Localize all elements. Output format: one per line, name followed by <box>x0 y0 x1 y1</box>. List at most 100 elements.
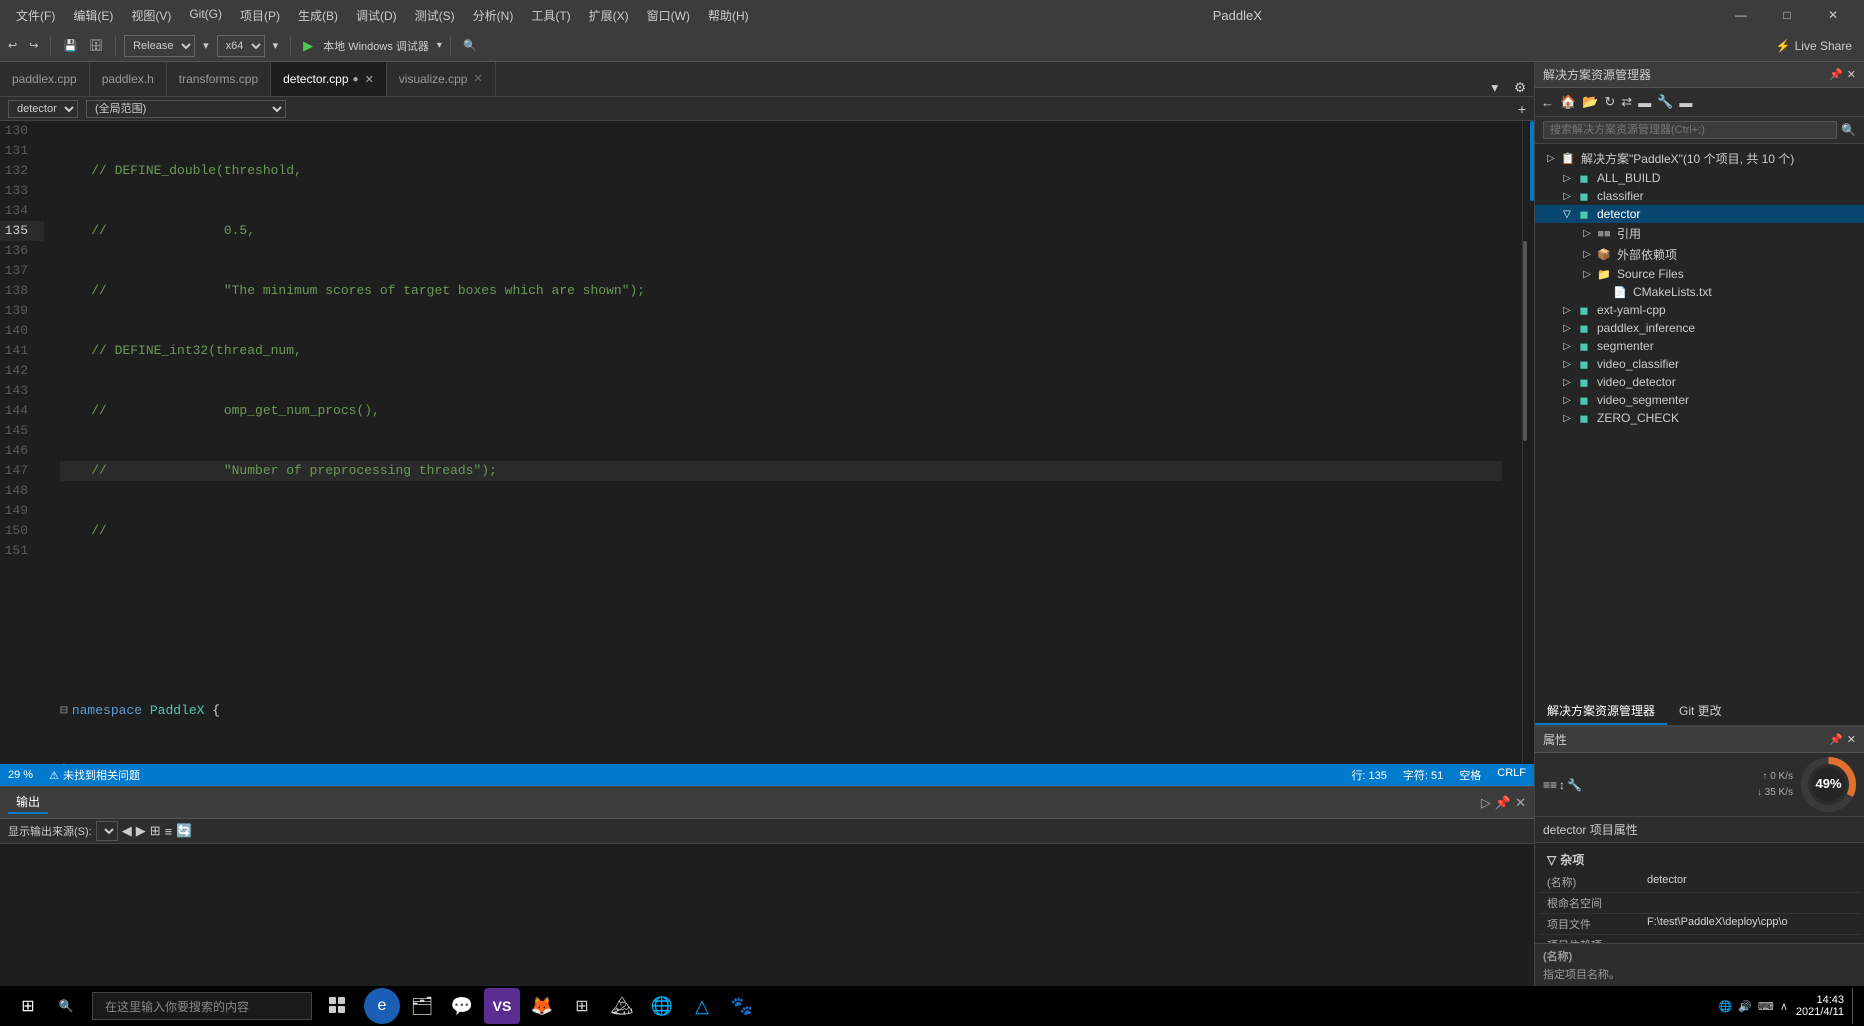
arch-dropdown[interactable]: x64 x86 <box>217 35 265 57</box>
menu-project[interactable]: 项目(P) <box>232 5 288 26</box>
menu-file[interactable]: 文件(F) <box>8 5 63 26</box>
sol-show-files-button[interactable]: 📂 <box>1580 92 1600 112</box>
tree-item-cmakelists[interactable]: 📄 CMakeLists.txt <box>1535 283 1864 301</box>
output-tb-btn-5[interactable]: 🔄 <box>176 823 192 839</box>
tree-item-detector[interactable]: ▽ ◼ detector <box>1535 205 1864 223</box>
taskbar-app-mountain[interactable]: 🏔 <box>604 988 640 1024</box>
tab-paddlex-cpp[interactable]: paddlex.cpp <box>0 62 90 96</box>
tree-item-classifier[interactable]: ▷ ◼ classifier <box>1535 187 1864 205</box>
taskbar-app-edge[interactable]: e <box>364 988 400 1024</box>
taskbar-app-squares[interactable]: ⊞ <box>564 988 600 1024</box>
taskbar-app-chrome[interactable]: 🌐 <box>644 988 680 1024</box>
taskbar-search[interactable]: 在这里输入你要搜索的内容 <box>92 992 312 1020</box>
sol-settings-button[interactable]: 🔧 <box>1655 92 1675 112</box>
taskbar-search-icon[interactable]: 🔍 <box>48 988 84 1024</box>
tree-item-segmenter[interactable]: ▷ ◼ segmenter <box>1535 337 1864 355</box>
menu-test[interactable]: 测试(S) <box>407 5 463 26</box>
taskbar-taskview[interactable] <box>320 988 356 1024</box>
taskbar-show-desktop[interactable] <box>1852 988 1856 1024</box>
sol-pin-button[interactable]: 📌 <box>1829 68 1843 81</box>
code-lines[interactable]: // DEFINE_double(threshold, // 0.5, // "… <box>60 121 1522 764</box>
live-share-button[interactable]: ⚡ Live Share <box>1768 37 1860 55</box>
tree-item-extyaml[interactable]: ▷ ◼ ext-yaml-cpp <box>1535 301 1864 319</box>
tray-icon-caret[interactable]: ∧ <box>1780 1000 1788 1013</box>
prop-group-misc-header[interactable]: ▽ 杂项 <box>1539 847 1860 872</box>
solution-search-input[interactable] <box>1543 121 1837 139</box>
add-path-button[interactable]: + <box>1518 101 1526 117</box>
minimize-button[interactable]: — <box>1718 0 1764 30</box>
output-close-button[interactable]: ✕ <box>1515 795 1526 811</box>
tab-detector-cpp[interactable]: detector.cpp ● ✕ <box>271 62 387 96</box>
tree-item-ref[interactable]: ▷ ■■ 引用 <box>1535 223 1864 244</box>
run-dropdown-icon[interactable]: ▾ <box>437 40 442 51</box>
output-clear-button[interactable]: ▷ <box>1481 795 1491 811</box>
output-tab[interactable]: 输出 <box>8 791 48 814</box>
taskbar-app-triangle[interactable]: △ <box>684 988 720 1024</box>
taskbar-app-tail[interactable]: 🐾 <box>724 988 760 1024</box>
menu-help[interactable]: 帮助(H) <box>700 5 757 26</box>
taskbar-app-unknown1[interactable]: 🦊 <box>524 988 560 1024</box>
sol-home-button[interactable]: 🏠 <box>1558 92 1578 112</box>
save-button[interactable]: 💾 <box>59 37 81 54</box>
menu-edit[interactable]: 编辑(E) <box>65 5 121 26</box>
run-button[interactable]: ▶ <box>299 36 317 56</box>
tree-item-paddlexinf[interactable]: ▷ ◼ paddlex_inference <box>1535 319 1864 337</box>
output-pin-button[interactable]: 📌 <box>1495 795 1511 811</box>
output-source-dropdown[interactable] <box>96 821 118 841</box>
undo-button[interactable]: ↩ <box>4 37 21 54</box>
prop-grid-button[interactable]: ≡≡ <box>1543 778 1557 792</box>
code-editor[interactable]: 130 131 132 133 134 135 136 137 138 139 … <box>0 121 1534 764</box>
prop-settings-button[interactable]: 🔧 <box>1567 778 1582 792</box>
start-button[interactable]: ⊞ <box>8 986 48 1026</box>
sol-close-button[interactable]: ✕ <box>1847 68 1856 81</box>
tree-item-extdeps[interactable]: ▷ 📦 外部依赖项 <box>1535 244 1864 265</box>
output-tb-btn-1[interactable]: ◀ <box>122 823 132 839</box>
taskbar-app-explorer[interactable]: 🗂 <box>404 988 440 1024</box>
scrollbar-thumb[interactable] <box>1523 241 1527 441</box>
maximize-button[interactable]: □ <box>1764 0 1810 30</box>
tab-close-visualize[interactable]: ✕ <box>473 72 482 85</box>
menu-analyze[interactable]: 分析(N) <box>465 5 522 26</box>
solution-root-item[interactable]: ▷ 📋 解决方案"PaddleX"(10 个项目, 共 10 个) <box>1535 148 1864 169</box>
output-tb-btn-2[interactable]: ▶ <box>136 823 146 839</box>
taskbar-app-vs[interactable]: VS <box>484 988 520 1024</box>
redo-button[interactable]: ↪ <box>25 37 42 54</box>
menu-build[interactable]: 生成(B) <box>290 5 346 26</box>
menu-git[interactable]: Git(G) <box>181 5 230 26</box>
tree-item-allbuild[interactable]: ▷ ◼ ALL_BUILD <box>1535 169 1864 187</box>
tab-close-detector[interactable]: ✕ <box>365 73 374 86</box>
save-all-button[interactable]: 🗄 <box>85 37 107 54</box>
sol-refresh-button[interactable]: ↻ <box>1602 92 1617 112</box>
collapse-marker-139[interactable]: ⊟ <box>60 701 68 721</box>
menu-extensions[interactable]: 扩展(X) <box>581 5 637 26</box>
tab-list-button[interactable]: ▾ <box>1483 80 1506 96</box>
tab-transforms-cpp[interactable]: transforms.cpp <box>167 62 271 96</box>
sol-collapse-button[interactable]: ▬ <box>1636 92 1653 112</box>
config-dropdown[interactable]: Release Debug <box>124 35 195 57</box>
output-tb-btn-3[interactable]: ⊞ <box>150 823 161 839</box>
prop-close-button[interactable]: ✕ <box>1847 733 1856 746</box>
search-button[interactable]: 🔍 <box>459 37 481 54</box>
sol-tab-explorer[interactable]: 解决方案资源管理器 <box>1535 698 1667 725</box>
prop-sort-button[interactable]: ↕ <box>1559 778 1565 792</box>
taskbar-app-wechat[interactable]: 💬 <box>444 988 480 1024</box>
tray-icon-sound[interactable]: 🔊 <box>1738 1000 1752 1013</box>
tray-icon-battery[interactable]: ⌨ <box>1758 1000 1774 1013</box>
close-button[interactable]: ✕ <box>1810 0 1856 30</box>
prop-pin-button[interactable]: 📌 <box>1829 733 1843 746</box>
tree-item-videodetector[interactable]: ▷ ◼ video_detector <box>1535 373 1864 391</box>
menu-window[interactable]: 窗口(W) <box>639 5 698 26</box>
context-dropdown[interactable]: (全局范围) <box>86 100 286 118</box>
menu-view[interactable]: 视图(V) <box>123 5 179 26</box>
tree-item-zerocheck[interactable]: ▷ ◼ ZERO_CHECK <box>1535 409 1864 427</box>
sol-tab-git[interactable]: Git 更改 <box>1667 698 1734 725</box>
tab-visualize-cpp[interactable]: visualize.cpp ✕ <box>387 62 496 96</box>
sol-back-button[interactable]: ← <box>1539 92 1556 112</box>
editor-scrollbar[interactable] <box>1522 121 1534 764</box>
sol-sync-button[interactable]: ⇄ <box>1619 92 1634 112</box>
tree-item-videosegmenter[interactable]: ▷ ◼ video_segmenter <box>1535 391 1864 409</box>
sol-filter-button[interactable]: ▬ <box>1677 92 1694 112</box>
tab-paddlex-h[interactable]: paddlex.h <box>90 62 167 96</box>
output-tb-btn-4[interactable]: ≡ <box>165 824 173 839</box>
new-tab-button[interactable]: ⚙ <box>1506 80 1534 96</box>
